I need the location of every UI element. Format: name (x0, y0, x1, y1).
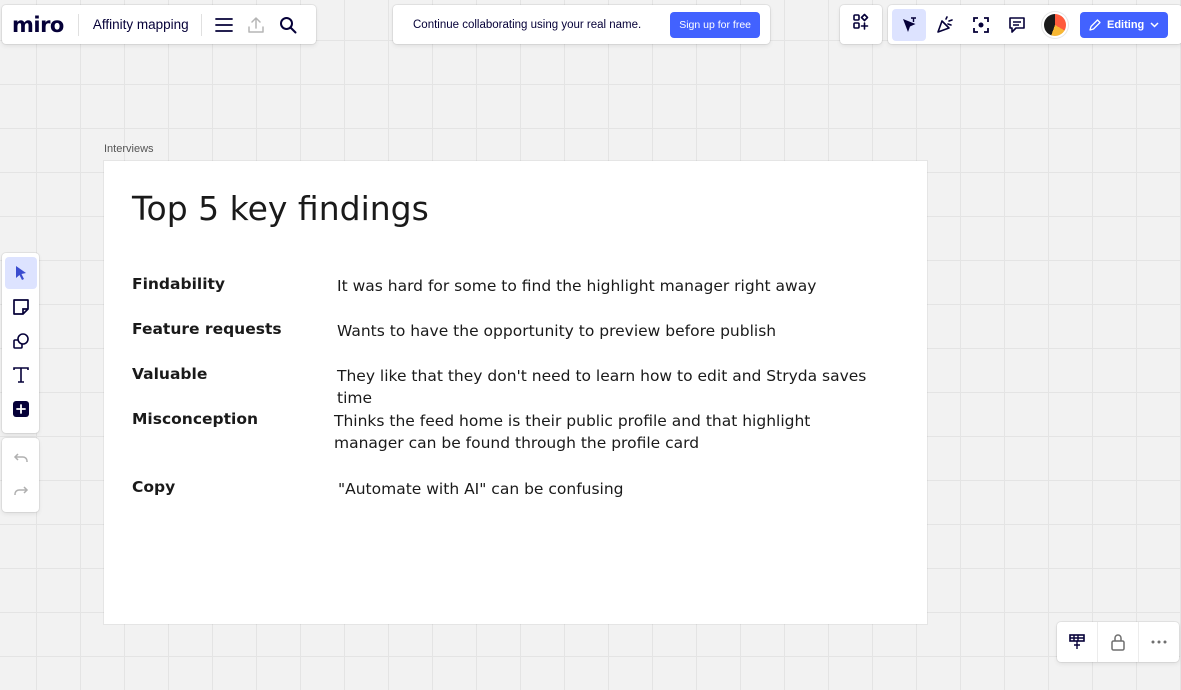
finding-label: Findability (132, 275, 226, 293)
more-icon[interactable] (1139, 622, 1179, 662)
editing-mode-button[interactable]: Editing (1080, 11, 1169, 38)
apps-icon (852, 13, 870, 36)
redo-icon[interactable] (5, 475, 37, 506)
finding-text: They like that they don't need to learn … (337, 367, 867, 407)
comments-icon[interactable] (1000, 9, 1034, 41)
finding-text: "Automate with AI" can be confusing (338, 480, 624, 498)
editing-label: Editing (1107, 18, 1145, 31)
lock-icon[interactable] (1098, 622, 1138, 662)
sticky-note-icon[interactable] (5, 291, 37, 323)
creation-toolbar (2, 253, 39, 433)
apps-button[interactable] (840, 5, 882, 44)
finding-text: It was hard for some to find the highlig… (337, 277, 817, 295)
signup-banner: Continue collaborating using your real n… (393, 5, 770, 44)
finding-label: Feature requests (132, 320, 282, 338)
finding-text: Wants to have the opportunity to preview… (337, 322, 777, 340)
interviews-frame[interactable]: Top 5 key findings Findability It was ha… (104, 161, 927, 624)
cursor-follow-icon[interactable] (892, 8, 926, 41)
finding-text: Thinks the feed home is their public pro… (334, 412, 811, 452)
history-toolbar (2, 438, 39, 512)
undo-icon[interactable] (5, 442, 37, 473)
finding-label: Valuable (132, 365, 208, 383)
pencil-icon (1089, 18, 1101, 31)
miro-logo[interactable]: miro (12, 13, 64, 37)
text-icon[interactable] (5, 359, 37, 391)
divider (77, 13, 79, 36)
finding-label: Misconception (132, 410, 259, 428)
hamburger-icon[interactable] (208, 9, 240, 41)
findings-heading[interactable]: Top 5 key findings (132, 189, 429, 228)
frame-label[interactable]: Interviews (104, 143, 154, 155)
focus-icon[interactable] (964, 9, 998, 41)
reactions-icon[interactable] (928, 9, 962, 41)
finding-label: Copy (132, 478, 176, 496)
divider (200, 13, 202, 36)
chevron-down-icon (1150, 21, 1159, 28)
upload-icon[interactable] (240, 9, 272, 41)
avatar[interactable] (1044, 13, 1066, 36)
signup-button[interactable]: Sign up for free (670, 11, 760, 38)
select-icon[interactable] (4, 257, 37, 289)
board-options-toolbar (1057, 622, 1179, 662)
search-icon[interactable] (272, 9, 304, 41)
shapes-icon[interactable] (5, 325, 37, 357)
add-icon[interactable] (5, 393, 37, 425)
banner-text: Continue collaborating using your real n… (413, 18, 642, 31)
board-header: miro Affinity mapping (2, 5, 316, 44)
board-title[interactable]: Affinity mapping (93, 17, 189, 32)
board-format-icon[interactable] (1057, 622, 1097, 662)
collaboration-toolbar: Editing (888, 5, 1181, 44)
